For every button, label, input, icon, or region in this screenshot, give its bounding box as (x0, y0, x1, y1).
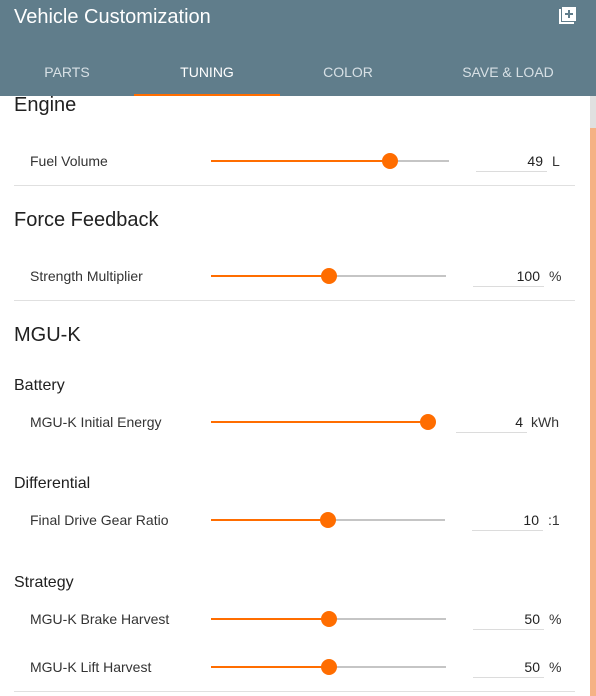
mguk-brake-harvest-input[interactable] (473, 608, 544, 630)
mguk-lift-harvest-input[interactable] (473, 656, 544, 678)
slider-fill (211, 618, 329, 620)
divider (14, 185, 575, 186)
slider-knob[interactable] (381, 153, 398, 169)
tab-save-load[interactable]: SAVE & LOAD (418, 48, 596, 96)
scrollbar-track-fill (590, 128, 596, 696)
slider-fill (211, 275, 329, 277)
mguk-initial-energy-input[interactable] (456, 411, 527, 433)
fuel-volume-unit: L (552, 153, 560, 169)
fuel-volume-input[interactable] (476, 150, 547, 172)
slider-fill (211, 421, 428, 423)
app-title: Vehicle Customization (14, 6, 211, 28)
section-title-engine: Engine (14, 96, 77, 116)
slider-knob[interactable] (320, 659, 337, 675)
slider-knob[interactable] (420, 414, 436, 430)
tab-color[interactable]: COLOR (280, 48, 416, 96)
app-bar: Vehicle Customization PARTS TUNING COLOR… (0, 0, 596, 96)
subsection-title-differential: Differential (14, 475, 91, 492)
scrollbar[interactable] (590, 96, 596, 696)
final-drive-ratio-label: Final Drive Gear Ratio (30, 512, 169, 528)
fuel-volume-label: Fuel Volume (30, 153, 108, 169)
add-box-icon[interactable] (555, 6, 577, 28)
divider (14, 691, 575, 692)
tab-bar: PARTS TUNING COLOR SAVE & LOAD (0, 48, 596, 96)
slider-fill (211, 519, 328, 521)
final-drive-ratio-input[interactable] (472, 509, 543, 531)
subsection-title-battery: Battery (14, 377, 65, 394)
mguk-brake-harvest-unit: % (549, 611, 562, 627)
final-drive-ratio-unit: :1 (548, 512, 560, 528)
mguk-lift-harvest-label: MGU-K Lift Harvest (30, 659, 152, 675)
strength-multiplier-unit: % (549, 268, 562, 284)
slider-knob[interactable] (320, 512, 336, 528)
subsection-title-strategy: Strategy (14, 574, 74, 591)
slider-knob[interactable] (320, 611, 337, 627)
section-title-mguk: MGU-K (14, 324, 81, 346)
scrollbar-thumb[interactable] (590, 96, 596, 128)
tuning-panel: Engine Fuel Volume L Force Feedback Stre… (0, 96, 590, 696)
mguk-initial-energy-unit: kWh (531, 414, 559, 430)
slider-fill (211, 160, 390, 162)
slider-fill (211, 666, 329, 668)
strength-multiplier-slider[interactable] (211, 266, 446, 286)
mguk-brake-harvest-slider[interactable] (211, 609, 446, 629)
mguk-brake-harvest-label: MGU-K Brake Harvest (30, 611, 170, 627)
tab-parts[interactable]: PARTS (0, 48, 134, 96)
strength-multiplier-label: Strength Multiplier (30, 268, 143, 284)
mguk-initial-energy-label: MGU-K Initial Energy (30, 414, 162, 430)
slider-knob[interactable] (320, 268, 337, 284)
mguk-lift-harvest-slider[interactable] (211, 657, 446, 677)
tab-tuning[interactable]: TUNING (134, 48, 280, 96)
fuel-volume-slider[interactable] (211, 151, 449, 171)
divider (14, 300, 575, 301)
section-title-force-feedback: Force Feedback (14, 209, 159, 231)
strength-multiplier-input[interactable] (473, 265, 544, 287)
final-drive-ratio-slider[interactable] (211, 510, 445, 530)
mguk-initial-energy-slider[interactable] (211, 412, 436, 432)
mguk-lift-harvest-unit: % (549, 659, 562, 675)
